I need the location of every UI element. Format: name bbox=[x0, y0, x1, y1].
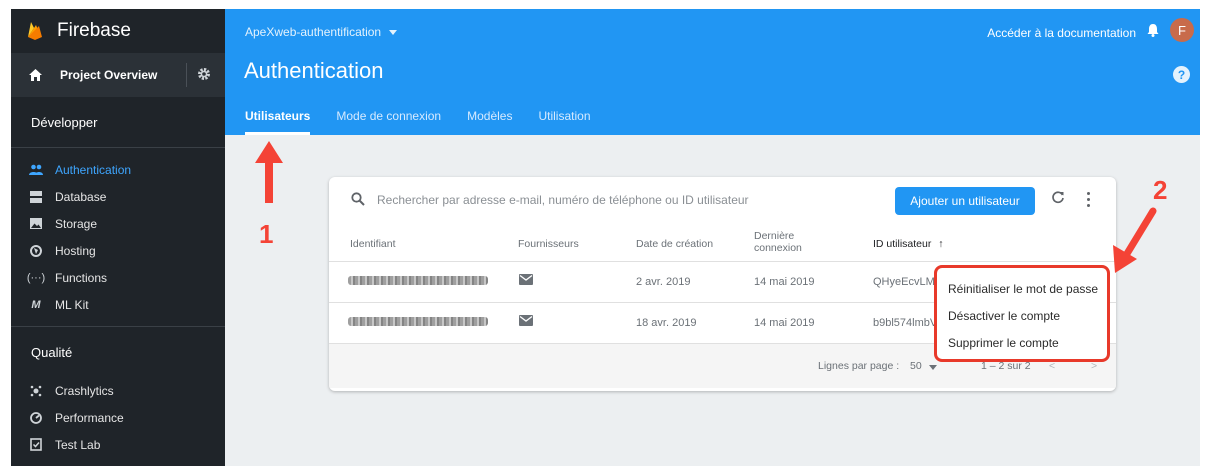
redacted-identifier bbox=[348, 276, 488, 285]
tab-utilisation[interactable]: Utilisation bbox=[538, 109, 590, 135]
project-selector[interactable]: ApeXweb-authentification bbox=[245, 25, 398, 39]
nav-list-qualite: Crashlytics Performance Test Lab bbox=[11, 377, 225, 466]
sidebar-item-label: Functions bbox=[55, 270, 108, 285]
mail-icon bbox=[519, 315, 533, 326]
project-overview-label: Project Overview bbox=[60, 68, 158, 82]
crashlytics-icon bbox=[29, 384, 43, 398]
rows-per-page-label: Lignes par page : bbox=[818, 360, 900, 372]
sidebar-item-label: ML Kit bbox=[55, 297, 89, 312]
sidebar-item-label: Performance bbox=[55, 410, 124, 425]
search-row: Ajouter un utilisateur bbox=[329, 177, 1116, 224]
project-name: ApeXweb-authentification bbox=[245, 25, 382, 39]
firebase-logo-icon bbox=[28, 22, 42, 40]
cell-created: 18 avr. 2019 bbox=[636, 317, 697, 329]
menu-item-delete-account[interactable]: Supprimer le compte bbox=[937, 330, 1107, 357]
more-options-icon[interactable] bbox=[1087, 192, 1090, 207]
nav-list-developper: Authentication Database Storage Hosting bbox=[11, 148, 225, 326]
cell-created: 2 avr. 2019 bbox=[636, 276, 691, 288]
row-context-menu: Réinitialiser le mot de passe Désactiver… bbox=[934, 265, 1110, 362]
column-header-fournisseurs[interactable]: Fournisseurs bbox=[518, 238, 579, 250]
sidebar-item-label: Hosting bbox=[55, 243, 96, 258]
documentation-link[interactable]: Accéder à la documentation bbox=[987, 26, 1136, 40]
column-header-date-creation[interactable]: Date de création bbox=[636, 238, 713, 250]
chevron-down-icon bbox=[389, 29, 398, 35]
image-icon bbox=[29, 217, 43, 231]
cell-uid: QHyeEcvLMl bbox=[873, 276, 938, 288]
column-header-id-utilisateur[interactable]: ID utilisateur ↑ bbox=[873, 238, 944, 250]
cell-last-login: 14 mai 2019 bbox=[754, 276, 815, 288]
sidebar-item-label: Authentication bbox=[55, 162, 132, 177]
sidebar-item-label: Test Lab bbox=[55, 437, 101, 452]
sidebar-item-functions[interactable]: (···) Functions bbox=[11, 264, 225, 291]
chevron-down-icon[interactable] bbox=[929, 365, 937, 370]
avatar[interactable]: F bbox=[1170, 18, 1194, 42]
gear-icon[interactable] bbox=[197, 67, 211, 81]
sidebar-item-database[interactable]: Database bbox=[11, 183, 225, 210]
people-icon bbox=[29, 163, 43, 177]
sidebar-item-authentication[interactable]: Authentication bbox=[11, 156, 225, 183]
bell-icon[interactable] bbox=[1147, 23, 1159, 37]
menu-item-disable-account[interactable]: Désactiver le compte bbox=[937, 303, 1107, 330]
speedometer-icon bbox=[29, 411, 43, 425]
app-header: ApeXweb-authentification Accéder à la do… bbox=[225, 9, 1200, 135]
sidebar-item-label: Crashlytics bbox=[55, 383, 114, 398]
annotation-arrow-down-icon bbox=[1113, 207, 1157, 273]
overview-divider bbox=[186, 63, 187, 87]
sidebar-item-performance[interactable]: Performance bbox=[11, 404, 225, 431]
mail-icon bbox=[519, 274, 533, 285]
refresh-icon[interactable] bbox=[1051, 191, 1065, 205]
brand-name: Firebase bbox=[57, 20, 131, 41]
column-header-derniere-connexion[interactable]: Dernière connexion bbox=[754, 230, 824, 254]
search-input[interactable] bbox=[377, 190, 837, 210]
annotation-number-2: 2 bbox=[1153, 175, 1168, 205]
sidebar-item-label: Database bbox=[55, 189, 107, 204]
globe-icon bbox=[29, 244, 43, 258]
ml-icon: M bbox=[31, 298, 41, 311]
section-title-qualite: Qualité bbox=[31, 344, 73, 360]
search-icon bbox=[351, 192, 365, 206]
add-user-button[interactable]: Ajouter un utilisateur bbox=[895, 187, 1035, 215]
column-header-identifiant[interactable]: Identifiant bbox=[350, 238, 396, 250]
home-icon bbox=[29, 69, 42, 81]
tab-bar: Utilisateurs Mode de connexion Modèles U… bbox=[245, 109, 617, 135]
brand[interactable]: Firebase bbox=[11, 9, 225, 53]
database-icon bbox=[29, 190, 43, 204]
menu-item-reset-password[interactable]: Réinitialiser le mot de passe bbox=[937, 276, 1107, 303]
sidebar-item-hosting[interactable]: Hosting bbox=[11, 237, 225, 264]
functions-icon: (···) bbox=[26, 271, 46, 284]
rows-per-page-select[interactable]: 50 bbox=[910, 360, 922, 372]
sidebar-item-crashlytics[interactable]: Crashlytics bbox=[11, 377, 225, 404]
sort-arrow-up-icon: ↑ bbox=[938, 238, 944, 250]
tab-modeles[interactable]: Modèles bbox=[467, 109, 512, 135]
annotation-number-1: 1 bbox=[259, 219, 274, 249]
redacted-identifier bbox=[348, 317, 488, 326]
sidebar-item-test-lab[interactable]: Test Lab bbox=[11, 431, 225, 458]
cell-last-login: 14 mai 2019 bbox=[754, 317, 815, 329]
sidebar-item-ml-kit[interactable]: M ML Kit bbox=[11, 291, 225, 318]
tab-mode-de-connexion[interactable]: Mode de connexion bbox=[336, 109, 441, 135]
annotation-arrow-up-icon bbox=[255, 141, 283, 203]
page-title: Authentication bbox=[244, 58, 384, 83]
sidebar-item-storage[interactable]: Storage bbox=[11, 210, 225, 237]
table-header: Identifiant Fournisseurs Date de créatio… bbox=[329, 224, 1116, 262]
cell-uid: b9bl574lmbV bbox=[873, 317, 938, 329]
app-window: Firebase Project Overview Développer Aut… bbox=[11, 9, 1200, 466]
sidebar: Firebase Project Overview Développer Aut… bbox=[11, 9, 225, 466]
help-icon[interactable]: ? bbox=[1173, 66, 1190, 83]
section-title-developper: Développer bbox=[31, 114, 98, 130]
tab-utilisateurs[interactable]: Utilisateurs bbox=[245, 109, 311, 135]
column-header-label: ID utilisateur bbox=[873, 238, 932, 250]
checklist-icon bbox=[29, 438, 43, 452]
sidebar-item-label: Storage bbox=[55, 216, 98, 231]
project-overview[interactable]: Project Overview bbox=[11, 53, 225, 97]
